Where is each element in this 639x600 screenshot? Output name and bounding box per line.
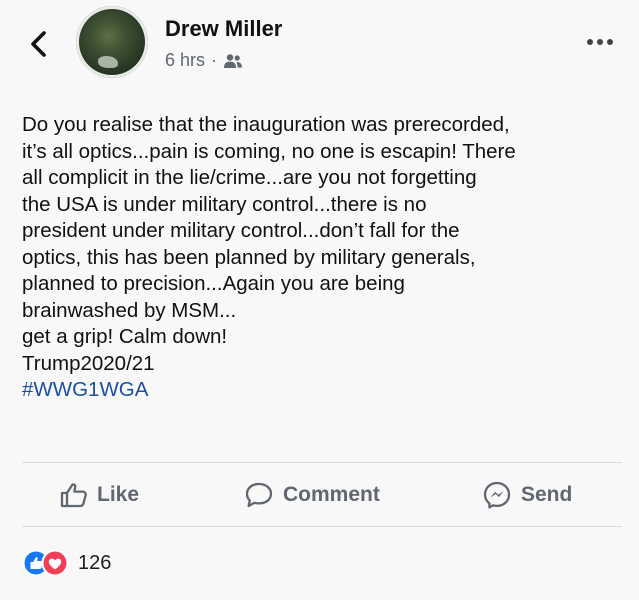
post-text-line: brainwashed by MSM...	[22, 298, 237, 322]
author-name[interactable]: Drew Miller	[165, 16, 282, 42]
post-text-line: it’s all optics...pain is coming, no one…	[22, 139, 516, 163]
post-text-line: all complicit in the lie/crime...are you…	[22, 166, 477, 189]
like-label: Like	[97, 483, 140, 506]
messenger-icon	[483, 481, 511, 509]
like-button[interactable]: Like	[60, 466, 139, 524]
post-text-line: planned to precision...Again you are bei…	[22, 272, 405, 295]
divider-bottom	[22, 526, 622, 527]
back-chevron-icon[interactable]	[28, 30, 50, 58]
action-bar: Like Comment Send	[0, 466, 639, 524]
friends-icon	[224, 53, 243, 68]
avatar[interactable]	[76, 6, 148, 78]
more-options-icon[interactable]	[586, 36, 614, 48]
post-text-line: get a grip! Calm down!	[22, 325, 228, 348]
reaction-icons	[22, 549, 69, 577]
comment-bubble-icon	[245, 482, 273, 508]
comment-label: Comment	[283, 483, 380, 506]
thumbs-up-icon	[60, 483, 87, 508]
post-text-line: president under military control...don’t…	[22, 219, 460, 242]
send-label: Send	[521, 483, 573, 506]
comment-button[interactable]: Comment	[244, 466, 380, 524]
hashtag-link[interactable]: #WWG1WGA	[22, 377, 622, 404]
post-text-line: Trump2020/21	[22, 351, 155, 375]
post-timestamp[interactable]: 6 hrs	[165, 50, 205, 71]
divider-top	[22, 462, 622, 463]
reaction-count: 126	[78, 551, 112, 574]
post-text-line: Do you realise that the inauguration was…	[22, 113, 510, 136]
post-text: Do you realise that the inauguration was…	[22, 112, 622, 404]
reaction-summary[interactable]: 126	[22, 548, 111, 578]
post-meta: 6 hrs ·	[165, 50, 243, 71]
post-text-line: the USA is under military control...ther…	[22, 192, 427, 216]
post-text-line: optics, this has been planned by militar…	[22, 245, 476, 269]
meta-separator: ·	[211, 50, 218, 70]
send-button[interactable]: Send	[482, 466, 572, 524]
